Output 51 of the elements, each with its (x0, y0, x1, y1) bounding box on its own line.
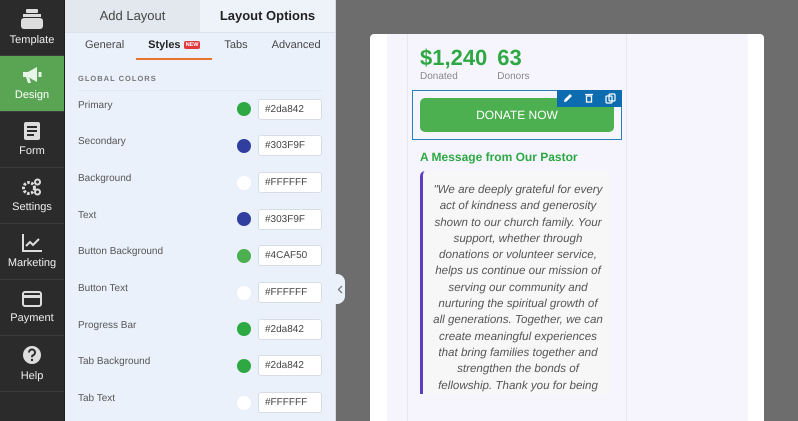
sidebar-item[interactable]: Help (0, 336, 64, 392)
stat-value: $1,240 (420, 45, 488, 71)
color-field[interactable]: #FFFFFF (258, 172, 322, 194)
color-field[interactable]: #FFFFFF (258, 282, 322, 304)
pencil-icon[interactable] (563, 93, 573, 103)
color-field[interactable]: #FFFFFF (258, 392, 322, 414)
copy-icon[interactable] (605, 93, 616, 104)
sidebar-item[interactable]: Settings (0, 168, 64, 224)
color-label: Secondary (78, 136, 127, 150)
color-label: Text (78, 210, 98, 223)
question-icon (22, 345, 42, 365)
stat-value: 63 (497, 45, 523, 71)
tab[interactable]: General (73, 32, 136, 60)
collapse-handle[interactable] (335, 274, 345, 304)
color-label: Button Background (78, 246, 164, 260)
document-icon (24, 122, 40, 140)
tab[interactable]: Advanced (260, 32, 333, 60)
stat-label: Donors (497, 71, 530, 82)
stat-label: Donated (420, 71, 459, 82)
credit-card-icon (22, 291, 42, 307)
color-swatch[interactable] (237, 138, 251, 153)
megaphone-icon (22, 66, 42, 84)
gears-icon (22, 178, 42, 196)
color-field[interactable]: #2da842 (258, 318, 322, 340)
color-field[interactable]: #303F9F (258, 208, 322, 230)
color-swatch[interactable] (237, 102, 251, 116)
line-chart-icon (22, 234, 42, 252)
tab[interactable]: Add Layout (65, 0, 200, 32)
tab[interactable]: Tabs (212, 32, 260, 60)
color-field[interactable]: #4CAF50 (258, 245, 322, 266)
color-swatch[interactable] (237, 212, 251, 226)
sidebar-item[interactable]: Form (0, 112, 64, 168)
color-field[interactable]: #2da842 (258, 98, 322, 120)
layers-icon (20, 9, 44, 29)
trash-icon[interactable] (584, 93, 594, 103)
quote-text: "We are deeply grateful for every act of kindness and generosity shown to our church family. Your support, whether through donations or volunteer service, helps us continue our mission of serving our community and nurturing the spiritual growth of all generations. Together, we can create meaningful experiences that bring families together and strengthen the bonds of fellowship. Thank you for being (433, 182, 603, 394)
color-swatch[interactable] (237, 322, 251, 336)
color-field[interactable]: #303F9F (258, 135, 322, 156)
color-label: Progress Bar (78, 320, 138, 333)
color-label: Primary (78, 100, 114, 113)
color-label: Button Text (78, 283, 129, 296)
color-label: Tab Text (78, 393, 116, 406)
sidebar-item[interactable]: Marketing (0, 224, 64, 280)
section-heading: A Message from Our Pastor (420, 150, 579, 164)
tab[interactable]: Layout Options (200, 0, 335, 32)
color-label: Background (78, 173, 132, 186)
color-swatch[interactable] (237, 358, 251, 373)
color-swatch[interactable] (237, 248, 251, 263)
color-field[interactable]: #2da842 (258, 355, 322, 376)
color-label: Tab Background (78, 356, 152, 370)
sidebar-item[interactable]: Payment (0, 280, 64, 336)
